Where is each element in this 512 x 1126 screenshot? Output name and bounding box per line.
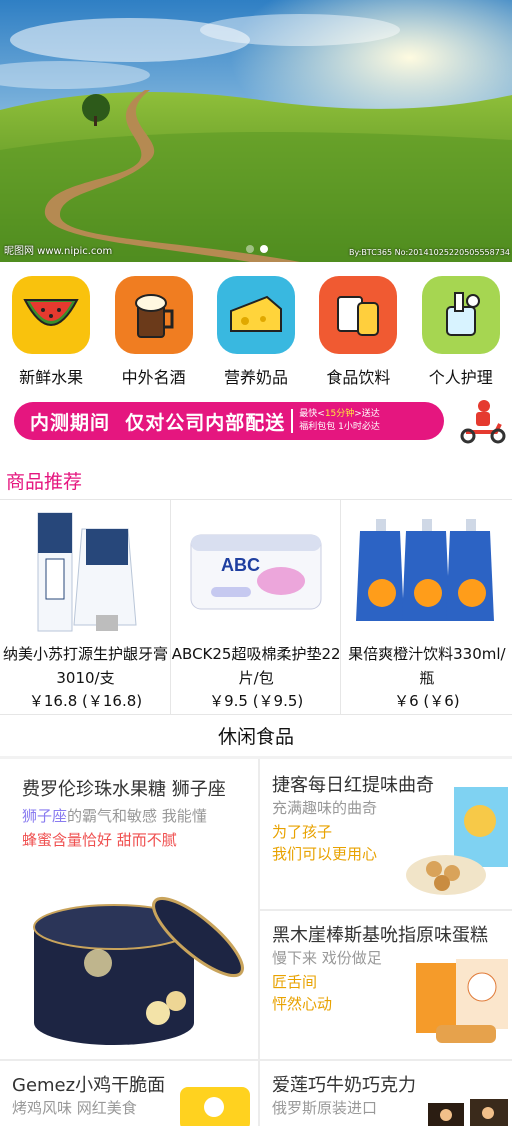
watermark-right: By:BTC365 No:20141025220505558734 <box>348 248 510 257</box>
product-name: ABCK25超吸棉柔护垫22片/包 <box>171 645 341 687</box>
leisure-card-title: 爱莲巧牛奶巧克力 <box>272 1075 416 1096</box>
promo-headline-a: 内测期间 <box>30 411 111 434</box>
leisure-card-line: 匠舌间 <box>272 973 318 991</box>
cheese-icon <box>216 276 295 354</box>
carousel-dots[interactable] <box>246 245 268 253</box>
noodle-pack-image <box>180 1087 250 1126</box>
promo-line1-b: >送达 <box>354 409 380 419</box>
product-price: ￥16.8 (￥16.8) <box>28 692 143 710</box>
pantyliner-product-image: ABC <box>171 504 342 638</box>
leisure-card-line: 蜂蜜含量恰好 甜而不腻 <box>22 831 177 849</box>
category-fruit[interactable]: 新鲜水果 <box>3 276 99 394</box>
orange-juice-product-image <box>341 504 512 638</box>
svg-text:ABC: ABC <box>221 555 260 575</box>
category-liquor[interactable]: 中外名酒 <box>106 276 202 394</box>
leisure-card-line: 烤鸡风味 网红美食 <box>12 1099 137 1117</box>
leisure-card-title: 黑木崖棒斯基吮指原味蛋糕 <box>272 925 488 946</box>
product-price: ￥6 (￥6) <box>394 692 460 710</box>
promo-line1-highlight: 15分钟 <box>324 409 355 419</box>
leisure-card-line: 充满趣味的曲奇 <box>272 799 378 817</box>
product-card[interactable]: ABC ABCK25超吸棉柔护垫22片/包 ￥9.5 (￥9.5) <box>171 500 342 714</box>
leisure-card-line-a: 狮子座 <box>22 807 68 825</box>
watermelon-icon <box>12 276 91 354</box>
promo-line2: 福利包包 1小时必达 <box>299 422 380 432</box>
promo-headline: 内测期间 仅对公司内部配送 <box>14 408 285 435</box>
promo-divider <box>291 409 294 433</box>
leisure-card-noodle[interactable]: Gemez小鸡干脆面 烤鸡风味 网红美食 <box>0 1061 258 1126</box>
candy-tin-image <box>33 896 244 1045</box>
category-personal-care[interactable]: 个人护理 <box>413 276 509 394</box>
category-label: 食品饮料 <box>326 368 391 387</box>
carousel-dot[interactable] <box>246 245 254 253</box>
category-label: 新鲜水果 <box>19 368 84 387</box>
leisure-card-candy[interactable]: 费罗伦珍珠水果糖 狮子座 狮子座的霸气和敏感 我能懂 蜂蜜含量恰好 甜而不腻 <box>0 759 258 1059</box>
leisure-card-title: 费罗伦珍珠水果糖 狮子座 <box>22 779 226 800</box>
leisure-card-line: 狮子座的霸气和敏感 我能懂 <box>22 805 207 826</box>
toothpaste-product-image <box>0 504 171 638</box>
toothpaste-icon <box>421 276 500 354</box>
snacks-drink-icon <box>319 276 398 354</box>
cookie-box-image <box>406 787 508 895</box>
product-name: 果倍爽橙汁饮料330ml/瓶 <box>348 645 506 687</box>
section-title-recommend: 商品推荐 <box>6 471 83 493</box>
chocolate-image <box>428 1099 508 1126</box>
section-title-leisure: 休闲食品 <box>217 726 294 748</box>
divider <box>0 714 512 715</box>
landscape-image <box>0 0 512 262</box>
category-dairy[interactable]: 营养奶品 <box>208 276 304 394</box>
hero-banner[interactable]: 昵图网 www.nipic.com By:BTC365 No:201410252… <box>0 0 512 262</box>
leisure-card-line: 为了孩子 <box>272 823 333 841</box>
leisure-card-line: 俄罗斯原装进口 <box>272 1099 378 1117</box>
product-name: 纳美小苏打源生护龈牙膏3010/支 <box>2 645 168 687</box>
leisure-card-line: 我们可以更用心 <box>272 845 378 863</box>
leisure-card-line: 慢下来 戏份做足 <box>272 949 382 967</box>
product-price: ￥9.5 (￥9.5) <box>209 692 304 710</box>
beer-mug-icon <box>114 276 193 354</box>
leisure-card-chocolate[interactable]: 爱莲巧牛奶巧克力 俄罗斯原装进口 <box>260 1061 512 1126</box>
cake-pack-image <box>416 959 508 1043</box>
promo-banner[interactable]: 内测期间 仅对公司内部配送 最快<15分钟>送达 福利包包 1小时必达 <box>14 402 444 440</box>
carousel-dot-active[interactable] <box>260 245 268 253</box>
leisure-card-cake[interactable]: 黑木崖棒斯基吮指原味蛋糕 慢下来 戏份做足 匠舌间 怦然心动 <box>260 911 512 1059</box>
delivery-rider-icon <box>460 400 506 444</box>
category-food-drink[interactable]: 食品饮料 <box>310 276 406 394</box>
leisure-card-cookie[interactable]: 捷客每日红提味曲奇 充满趣味的曲奇 为了孩子 我们可以更用心 <box>260 759 512 909</box>
product-card[interactable]: 果倍爽橙汁饮料330ml/瓶 ￥6 (￥6) <box>341 500 512 714</box>
category-label: 营养奶品 <box>223 368 288 387</box>
promo-subtext: 最快<15分钟>送达 福利包包 1小时必达 <box>299 408 380 434</box>
leisure-card-line: 怦然心动 <box>272 995 333 1013</box>
promo-line1-a: 最快< <box>299 409 325 419</box>
watermark-left: 昵图网 www.nipic.com <box>4 246 113 257</box>
promo-headline-b: 仅对公司内部配送 <box>125 411 286 434</box>
category-nav: 新鲜水果 中外名酒 营养奶品 食品饮料 个人护理 <box>0 262 512 394</box>
category-label: 中外名酒 <box>121 368 186 387</box>
leisure-card-line-b: 的霸气和敏感 我能懂 <box>67 807 207 825</box>
category-label: 个人护理 <box>428 368 493 387</box>
recommend-list: 纳美小苏打源生护龈牙膏3010/支 ￥16.8 (￥16.8) ABC ABCK… <box>0 500 512 714</box>
product-card[interactable]: 纳美小苏打源生护龈牙膏3010/支 ￥16.8 (￥16.8) <box>0 500 171 714</box>
leisure-card-title: Gemez小鸡干脆面 <box>12 1075 166 1096</box>
